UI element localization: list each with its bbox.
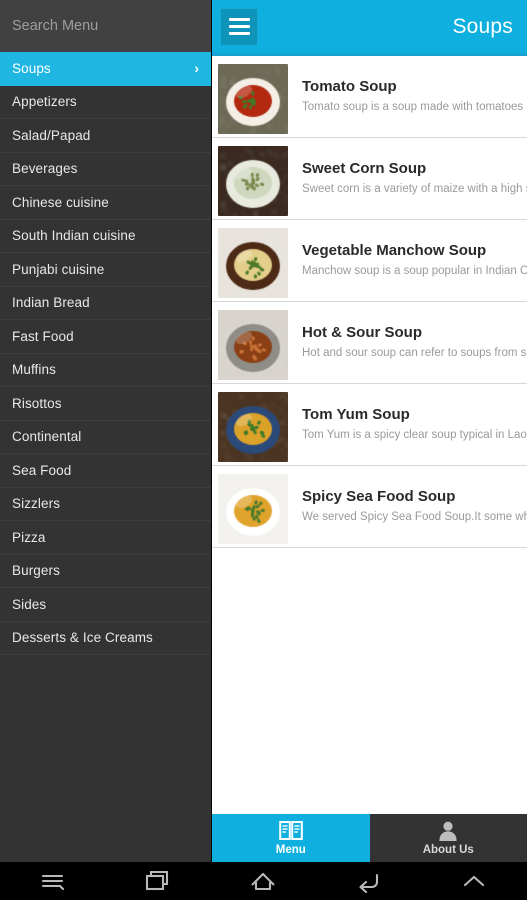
food-item[interactable]: Spicy Sea Food Soup We served Spicy Sea F… [212, 466, 527, 548]
vegetable-manchow-soup-thumbnail [218, 228, 288, 298]
food-item[interactable]: Tomato Soup Tomato soup is a soup made wi… [212, 56, 527, 138]
tab-about-us[interactable]: About Us [370, 814, 527, 862]
sidebar-item-label: Indian Bread [12, 295, 90, 310]
food-item-description: Tomato soup is a soup made with tomatoes… [302, 100, 527, 114]
sidebar-item-label: Desserts & Ice Creams [12, 630, 153, 645]
bottom-tab-bar: Menu About Us [212, 814, 527, 862]
sidebar-item-sea-food[interactable]: Sea Food [0, 454, 211, 488]
food-item-list[interactable]: Tomato Soup Tomato soup is a soup made wi… [212, 56, 527, 814]
food-item-title: Hot & Sour Soup [302, 324, 527, 343]
hamburger-bar [229, 25, 250, 28]
sidebar-item-burgers[interactable]: Burgers [0, 555, 211, 589]
hamburger-icon[interactable] [220, 8, 258, 46]
sidebar-item-muffins[interactable]: Muffins [0, 354, 211, 388]
hamburger-bar [229, 18, 250, 21]
menu-icon[interactable] [24, 862, 82, 900]
sidebar-item-punjabi-cuisine[interactable]: Punjabi cuisine [0, 253, 211, 287]
food-item-description: Manchow soup is a soup popular in Indian… [302, 264, 527, 278]
sidebar-item-label: Risottos [12, 396, 62, 411]
sidebar-item-sizzlers[interactable]: Sizzlers [0, 488, 211, 522]
sidebar-item-south-indian-cuisine[interactable]: South Indian cuisine [0, 220, 211, 254]
sidebar-item-label: Chinese cuisine [12, 195, 109, 210]
android-navigation-bar [0, 862, 527, 900]
sidebar-item-salad-papad[interactable]: Salad/Papad [0, 119, 211, 153]
food-item-title: Vegetable Manchow Soup [302, 242, 527, 261]
food-item[interactable]: Hot & Sour Soup Hot and sour soup can ref… [212, 302, 527, 384]
sidebar-item-label: Beverages [12, 161, 77, 176]
hot-and-sour-soup-thumbnail [218, 310, 288, 380]
sidebar-item-desserts-ice-creams[interactable]: Desserts & Ice Creams [0, 622, 211, 656]
back-icon[interactable] [340, 862, 398, 900]
tab-menu[interactable]: Menu [212, 814, 370, 862]
page-title: Soups [258, 15, 513, 39]
food-item-text: Vegetable Manchow Soup Manchow soup is a … [288, 228, 527, 278]
expand-up-icon[interactable] [445, 862, 503, 900]
sidebar-item-label: South Indian cuisine [12, 228, 136, 243]
hamburger-bar [229, 32, 250, 35]
tab-label: Menu [276, 844, 306, 856]
sidebar-item-label: Appetizers [12, 94, 77, 109]
sidebar-item-label: Punjabi cuisine [12, 262, 104, 277]
sidebar-item-sides[interactable]: Sides [0, 588, 211, 622]
tab-label: About Us [423, 844, 474, 856]
sidebar-item-label: Muffins [12, 362, 56, 377]
food-item-text: Spicy Sea Food Soup We served Spicy Sea F… [288, 474, 527, 524]
book-icon [279, 820, 303, 842]
food-item-description: Tom Yum is a spicy clear soup typical in… [302, 428, 527, 442]
tom-yum-soup-thumbnail [218, 392, 288, 462]
food-item-text: Sweet Corn Soup Sweet corn is a variety o… [288, 146, 527, 196]
home-icon[interactable] [234, 862, 292, 900]
app-root: Soups › Appetizers Salad/Papad Beverages Chin… [0, 0, 527, 900]
sidebar: Soups › Appetizers Salad/Papad Beverages Chin… [0, 0, 211, 862]
sidebar-item-label: Continental [12, 429, 81, 444]
sidebar-item-appetizers[interactable]: Appetizers [0, 86, 211, 120]
chevron-right-icon: › [194, 61, 199, 75]
food-item-text: Hot & Sour Soup Hot and sour soup can ref… [288, 310, 527, 360]
food-item-description: Hot and sour soup can refer to soups fro… [302, 346, 527, 360]
food-item[interactable]: Sweet Corn Soup Sweet corn is a variety o… [212, 138, 527, 220]
content-pane: Soups Tomato Soup Tomato soup is a soup m… [212, 0, 527, 862]
food-item[interactable]: Vegetable Manchow Soup Manchow soup is a … [212, 220, 527, 302]
food-item-title: Sweet Corn Soup [302, 160, 527, 179]
sweet-corn-soup-thumbnail [218, 146, 288, 216]
sidebar-item-label: Salad/Papad [12, 128, 90, 143]
sidebar-item-label: Sizzlers [12, 496, 60, 511]
food-item-text: Tom Yum Soup Tom Yum is a spicy clear sou… [288, 392, 527, 442]
sidebar-item-soups[interactable]: Soups › [0, 52, 211, 86]
sidebar-item-continental[interactable]: Continental [0, 421, 211, 455]
search-input[interactable] [12, 18, 199, 34]
sidebar-item-label: Soups [12, 61, 51, 76]
sidebar-item-fast-food[interactable]: Fast Food [0, 320, 211, 354]
tomato-soup-thumbnail [218, 64, 288, 134]
sidebar-item-pizza[interactable]: Pizza [0, 521, 211, 555]
sidebar-item-chinese-cuisine[interactable]: Chinese cuisine [0, 186, 211, 220]
food-item-title: Tom Yum Soup [302, 406, 527, 425]
sidebar-item-beverages[interactable]: Beverages [0, 153, 211, 187]
sidebar-item-label: Burgers [12, 563, 60, 578]
sidebar-nav-list: Soups › Appetizers Salad/Papad Beverages Chin… [0, 52, 211, 655]
sidebar-item-indian-bread[interactable]: Indian Bread [0, 287, 211, 321]
food-item-description: Sweet corn is a variety of maize with a … [302, 182, 527, 196]
search-row[interactable] [0, 0, 211, 52]
spicy-sea-food-soup-thumbnail [218, 474, 288, 544]
food-item-title: Spicy Sea Food Soup [302, 488, 527, 507]
sidebar-item-label: Sea Food [12, 463, 71, 478]
recent-apps-icon[interactable] [129, 862, 187, 900]
food-item-text: Tomato Soup Tomato soup is a soup made wi… [288, 64, 527, 114]
food-item[interactable]: Tom Yum Soup Tom Yum is a spicy clear sou… [212, 384, 527, 466]
sidebar-item-label: Fast Food [12, 329, 74, 344]
sidebar-item-label: Pizza [12, 530, 46, 545]
app-bar: Soups [212, 0, 527, 53]
sidebar-item-risottos[interactable]: Risottos [0, 387, 211, 421]
sidebar-item-label: Sides [12, 597, 46, 612]
person-icon [437, 820, 459, 842]
food-item-title: Tomato Soup [302, 78, 527, 97]
food-item-description: We served Spicy Sea Food Soup.It some wh… [302, 510, 527, 524]
